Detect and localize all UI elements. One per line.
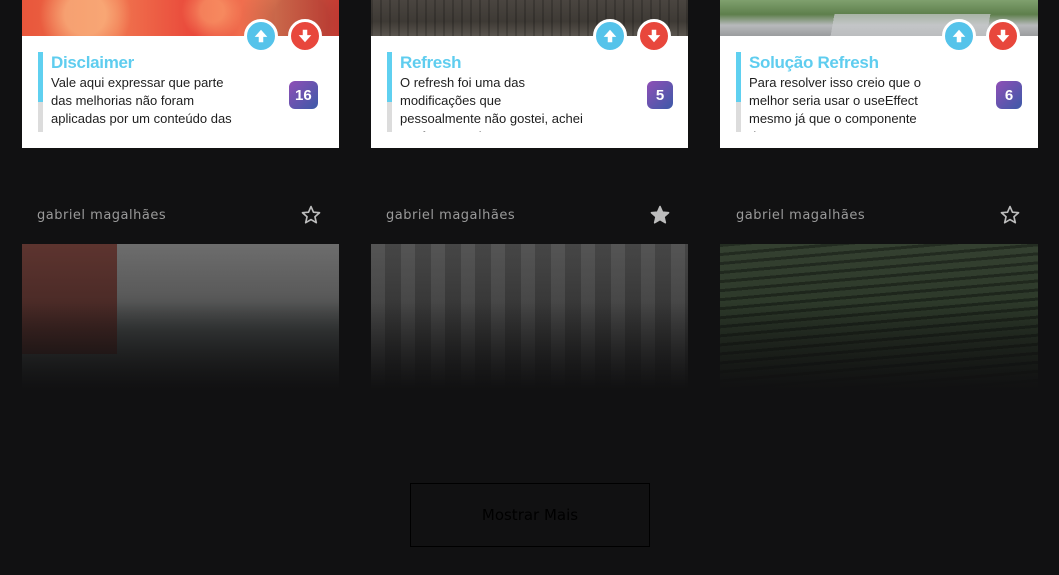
- page: Disclaimer Vale aqui expressar que parte…: [0, 0, 1059, 575]
- post-card[interactable]: Refresh O refresh foi uma das modificaçõ…: [371, 0, 688, 148]
- author-name: gabriel magalhães: [386, 208, 516, 223]
- accent-bar: [387, 52, 392, 132]
- accent-bar: [38, 52, 43, 132]
- feed-image[interactable]: [371, 244, 688, 389]
- arrow-up-icon: [254, 29, 268, 43]
- arrow-down-icon: [996, 29, 1010, 43]
- vote-count-badge: 6: [996, 81, 1022, 109]
- post-description: O refresh foi uma das modificações que p…: [400, 75, 583, 132]
- star-outline-icon[interactable]: [999, 204, 1021, 226]
- post-title: Solução Refresh: [749, 53, 879, 72]
- upvote-button[interactable]: [244, 19, 278, 53]
- post-title: Disclaimer: [51, 53, 134, 72]
- post-description: Para resolver isso creio que o melhor se…: [749, 75, 921, 132]
- arrow-up-icon: [952, 29, 966, 43]
- vote-count-badge: 5: [647, 81, 673, 109]
- star-outline-icon[interactable]: [300, 204, 322, 226]
- author-name: gabriel magalhães: [37, 208, 167, 223]
- upvote-button[interactable]: [942, 19, 976, 53]
- post-title: Refresh: [400, 53, 462, 72]
- feed-image[interactable]: [22, 244, 339, 389]
- author-name: gabriel magalhães: [736, 208, 866, 223]
- vote-count-badge: 16: [289, 81, 318, 109]
- post-card[interactable]: Solução Refresh Para resolver isso creio…: [720, 0, 1038, 148]
- show-more-button[interactable]: Mostrar Mais: [410, 483, 650, 547]
- post-card[interactable]: Disclaimer Vale aqui expressar que parte…: [22, 0, 339, 148]
- arrow-down-icon: [647, 29, 661, 43]
- arrow-down-icon: [298, 29, 312, 43]
- downvote-button[interactable]: [986, 19, 1020, 53]
- post-description: Vale aqui expressar que parte das melhor…: [51, 75, 232, 126]
- feed-image[interactable]: [720, 244, 1038, 389]
- star-filled-icon[interactable]: [649, 204, 671, 226]
- downvote-button[interactable]: [288, 19, 322, 53]
- accent-bar: [736, 52, 741, 132]
- arrow-up-icon: [603, 29, 617, 43]
- downvote-button[interactable]: [637, 19, 671, 53]
- upvote-button[interactable]: [593, 19, 627, 53]
